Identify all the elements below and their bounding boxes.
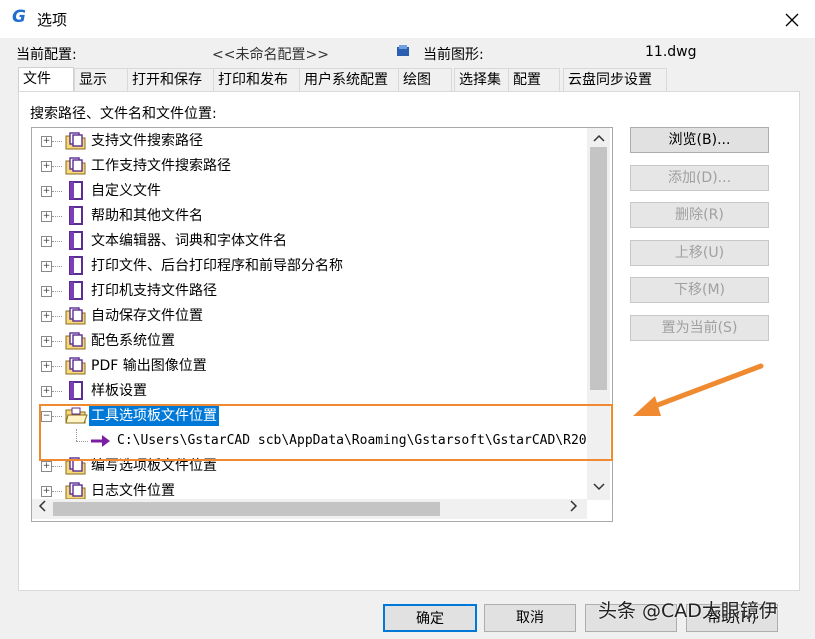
watermark: 头条 @CAD大眼镜伊: [598, 600, 778, 622]
folder-stack-icon: [64, 156, 88, 176]
expand-icon[interactable]: +: [41, 136, 52, 147]
tree-connector: [52, 191, 62, 192]
tree-connector: [52, 166, 62, 167]
tab-selection[interactable]: 选择集: [454, 68, 512, 91]
expand-icon[interactable]: +: [41, 236, 52, 247]
tree-row[interactable]: + 工作支持文件搜索路径: [32, 154, 587, 178]
tab-profiles[interactable]: 配置: [508, 68, 560, 91]
file-icon: [64, 281, 88, 301]
tree-connector: [52, 391, 62, 392]
tab-files[interactable]: 文件: [18, 67, 74, 92]
section-label: 搜索路径、文件名和文件位置:: [30, 106, 217, 122]
tree-connector: [52, 266, 62, 267]
scroll-left-icon[interactable]: [34, 500, 50, 518]
tree-row-label: 打印机支持文件路径: [91, 283, 217, 299]
expand-icon[interactable]: +: [41, 486, 52, 497]
folder-stack-icon: [64, 331, 88, 351]
move-down-button[interactable]: 下移(M): [630, 277, 769, 303]
add-button[interactable]: 添加(D)...: [630, 165, 769, 191]
scroll-right-icon[interactable]: [566, 500, 582, 518]
tree-row-label: 自定义文件: [91, 183, 161, 199]
file-icon: [64, 206, 88, 226]
expand-icon[interactable]: +: [41, 386, 52, 397]
app-logo-icon: G: [12, 7, 26, 27]
tree-row-label: 样板设置: [91, 383, 147, 399]
file-icon: [64, 181, 88, 201]
folder-stack-icon: [64, 481, 88, 501]
tree-connector: [52, 316, 62, 317]
tree-row-label: 文本编辑器、词典和字体文件名: [91, 233, 287, 249]
window-title: 选项: [37, 11, 68, 29]
tree-row[interactable]: + 打印机支持文件路径: [32, 279, 587, 303]
tab-plot-publish[interactable]: 打印和发布: [213, 68, 301, 91]
tree-connector: [52, 366, 62, 367]
current-drawing-label: 当前图形:: [423, 47, 484, 63]
expand-icon[interactable]: +: [41, 311, 52, 322]
tree-row[interactable]: + 帮助和其他文件名: [32, 204, 587, 228]
folder-stack-icon: [64, 131, 88, 151]
expand-icon[interactable]: +: [41, 261, 52, 272]
tree-row-label: 日志文件位置: [91, 483, 175, 499]
tab-cloud-sync[interactable]: 云盘同步设置: [563, 68, 667, 91]
tree-row[interactable]: + PDF 输出图像位置: [32, 354, 587, 378]
tab-display[interactable]: 显示: [74, 68, 130, 91]
ok-button[interactable]: 确定: [383, 604, 477, 632]
move-up-button[interactable]: 上移(U): [630, 240, 769, 266]
highlight-box: [39, 404, 613, 461]
expand-icon[interactable]: +: [41, 211, 52, 222]
close-icon: [785, 13, 799, 27]
tree-row-label: 配色系统位置: [91, 333, 175, 349]
tree-connector: [52, 341, 62, 342]
horizontal-scroll-thumb[interactable]: [53, 502, 440, 516]
tree-connector: [52, 466, 62, 467]
tree-row-label: 工作支持文件搜索路径: [91, 158, 231, 174]
tree-connector: [52, 491, 62, 492]
set-current-button[interactable]: 置为当前(S): [630, 315, 769, 341]
tab-open-save[interactable]: 打开和保存: [127, 68, 217, 91]
tree-row-label: 帮助和其他文件名: [91, 208, 203, 224]
tree-row[interactable]: + 自动保存文件位置: [32, 304, 587, 328]
current-drawing-value: 11.dwg: [645, 44, 697, 60]
folder-stack-icon: [64, 356, 88, 376]
file-paths-tree[interactable]: + 支持文件搜索路径 + 工作支持文件搜索路径 + 自定义文件 + 帮助和其他文件名 + 文本编辑…: [31, 127, 613, 522]
tree-row[interactable]: + 文本编辑器、词典和字体文件名: [32, 229, 587, 253]
tree-row[interactable]: + 样板设置: [32, 379, 587, 403]
tree-connector: [52, 241, 62, 242]
tab-user-preferences[interactable]: 用户系统配置: [299, 68, 403, 91]
title-bar: [0, 0, 815, 38]
scroll-down-icon[interactable]: [590, 479, 607, 497]
vertical-scroll-thumb[interactable]: [590, 147, 607, 390]
file-icon: [64, 231, 88, 251]
annotation-arrow-icon: [633, 363, 764, 416]
tree-row-label: PDF 输出图像位置: [91, 358, 207, 374]
tree-row-label: 打印文件、后台打印程序和前导部分名称: [91, 258, 343, 274]
expand-icon[interactable]: +: [41, 161, 52, 172]
cancel-button[interactable]: 取消: [484, 604, 576, 632]
current-profile-value: <<未命名配置>>: [212, 47, 329, 63]
expand-icon[interactable]: +: [41, 361, 52, 372]
tree-row-label: 自动保存文件位置: [91, 308, 203, 324]
tree-connector: [52, 216, 62, 217]
tree-connector: [52, 291, 62, 292]
close-button[interactable]: [780, 8, 804, 32]
tab-drafting[interactable]: 绘图: [398, 68, 452, 91]
tree-row[interactable]: + 打印文件、后台打印程序和前导部分名称: [32, 254, 587, 278]
tree-connector: [52, 141, 62, 142]
tree-row[interactable]: + 支持文件搜索路径: [32, 129, 587, 153]
remove-button[interactable]: 删除(R): [630, 202, 769, 228]
expand-icon[interactable]: +: [41, 336, 52, 347]
tree-row[interactable]: + 配色系统位置: [32, 329, 587, 353]
folder-stack-icon: [64, 306, 88, 326]
tree-row-label: 支持文件搜索路径: [91, 133, 203, 149]
expand-icon[interactable]: +: [41, 286, 52, 297]
file-icon: [64, 381, 88, 401]
current-profile-label: 当前配置:: [16, 47, 77, 63]
tree-row[interactable]: + 自定义文件: [32, 179, 587, 203]
file-icon: [64, 256, 88, 276]
expand-icon[interactable]: +: [41, 461, 52, 472]
browse-button[interactable]: 浏览(B)...: [630, 127, 769, 153]
drawing-file-icon: [397, 45, 409, 56]
scroll-up-icon[interactable]: [590, 130, 607, 148]
expand-icon[interactable]: +: [41, 186, 52, 197]
